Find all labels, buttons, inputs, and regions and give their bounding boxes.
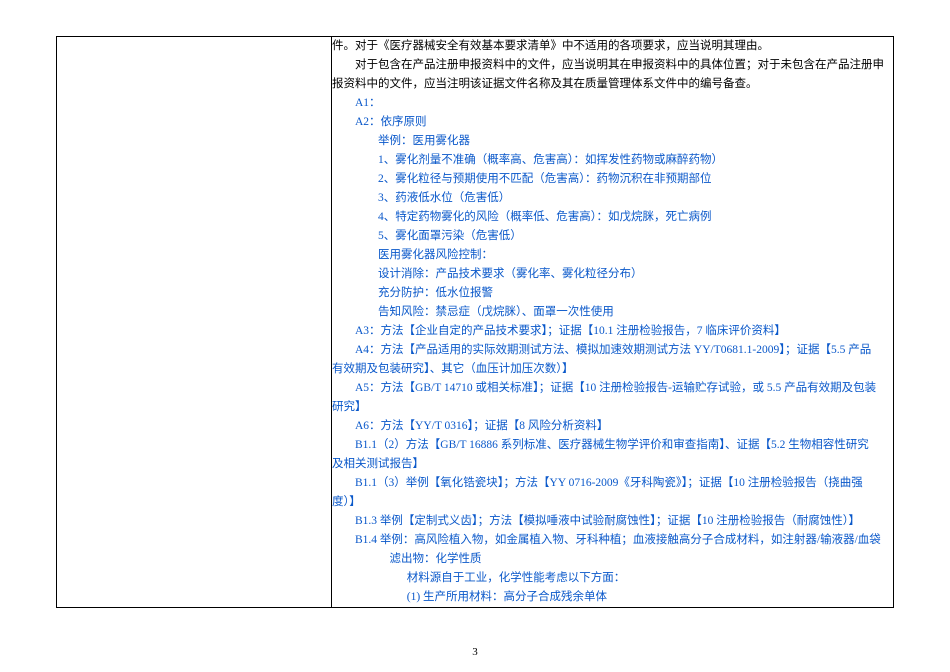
- item-a2: A2：依序原则: [332, 113, 893, 132]
- item-a2-example: 举例：医用雾化器: [332, 132, 893, 151]
- item-a5b: 研究】: [332, 398, 893, 417]
- item-b14-3: (1) 生产所用材料：高分子合成残余单体: [332, 588, 893, 607]
- item-b11b: 及相关测试报告】: [332, 455, 893, 474]
- left-empty-cell: [57, 37, 332, 608]
- item-b13: B1.3 举例【定制式义齿】；方法【模拟唾液中试验耐腐蚀性】；证据【10 注册检…: [332, 512, 893, 531]
- paragraph-line: 对于包含在产品注册申报资料中的文件，应当说明其在申报资料中的具体位置；对于未包含…: [332, 56, 893, 75]
- item-a2-c3: 告知风险：禁忌症（戊烷脒）、面罩一次性使用: [332, 303, 893, 322]
- item-a6: A6：方法【YY/T 0316】；证据【8 风险分析资料】: [332, 417, 893, 436]
- item-b11a: B1.1（2）方法【GB/T 16886 系列标准、医疗器械生物学评价和审查指南…: [332, 436, 893, 455]
- item-b14-1: 滤出物：化学性质: [332, 550, 893, 569]
- item-b113b: 度）】: [332, 493, 893, 512]
- item-a1: A1：: [332, 94, 893, 113]
- item-a4a: A4：方法【产品适用的实际效期测试方法、模拟加速效期测试方法 YY/T0681.…: [332, 341, 893, 360]
- item-a2-3: 3、药液低水位（危害低）: [332, 189, 893, 208]
- item-a2-ctrl: 医用雾化器风险控制：: [332, 246, 893, 265]
- content-table: 件。对于《医疗器械安全有效基本要求清单》中不适用的各项要求，应当说明其理由。 对…: [56, 36, 894, 608]
- item-a2-c2: 充分防护：低水位报警: [332, 284, 893, 303]
- item-a5a: A5：方法【GB/T 14710 或相关标准】；证据【10 注册检验报告-运输贮…: [332, 379, 893, 398]
- item-b14: B1.4 举例：高风险植入物，如金属植入物、牙科种植；血液接触高分子合成材料，如…: [332, 531, 893, 550]
- item-a2-4: 4、特定药物雾化的风险（概率低、危害高）：如戊烷脒，死亡病例: [332, 208, 893, 227]
- item-a4b: 有效期及包装研究】、其它（血压计加压次数）】: [332, 360, 893, 379]
- item-b113a: B1.1（3）举例【氧化锆瓷块】；方法【YY 0716-2009《牙科陶瓷》】；…: [332, 474, 893, 493]
- paragraph-line: 件。对于《医疗器械安全有效基本要求清单》中不适用的各项要求，应当说明其理由。: [332, 37, 893, 56]
- content-cell: 件。对于《医疗器械安全有效基本要求清单》中不适用的各项要求，应当说明其理由。 对…: [332, 37, 894, 608]
- item-b14-2: 材料源自于工业，化学性能考虑以下方面：: [332, 569, 893, 588]
- document-page: 件。对于《医疗器械安全有效基本要求清单》中不适用的各项要求，应当说明其理由。 对…: [0, 0, 950, 672]
- item-a2-2: 2、雾化粒径与预期使用不匹配（危害高）：药物沉积在非预期部位: [332, 170, 893, 189]
- page-number: 3: [0, 646, 950, 658]
- item-a3: A3：方法【企业自定的产品技术要求】；证据【10.1 注册检验报告，7 临床评价…: [332, 322, 893, 341]
- item-a2-c1: 设计消除：产品技术要求（雾化率、雾化粒径分布）: [332, 265, 893, 284]
- item-a2-1: 1、雾化剂量不准确（概率高、危害高）：如挥发性药物或麻醉药物）: [332, 151, 893, 170]
- paragraph-line: 报资料中的文件，应当注明该证据文件名称及其在质量管理体系文件中的编号备查。: [332, 75, 893, 94]
- item-a2-5: 5、雾化面罩污染（危害低）: [332, 227, 893, 246]
